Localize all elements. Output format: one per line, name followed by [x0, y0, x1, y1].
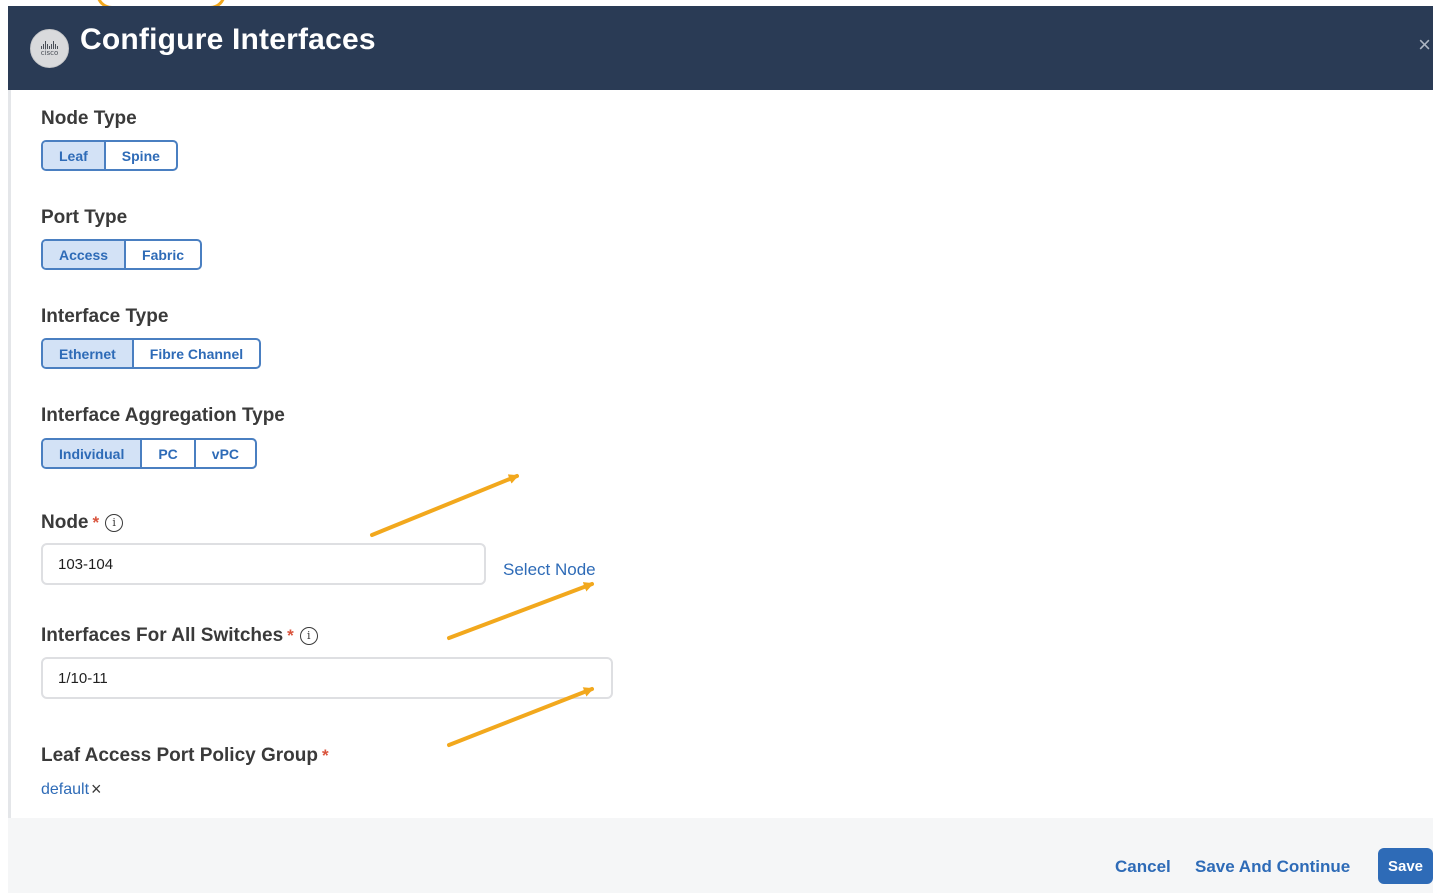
port-type-segmented: Access Fabric — [41, 239, 203, 270]
cancel-button[interactable]: Cancel — [1115, 857, 1171, 877]
port-type-fabric-button[interactable]: Fabric — [124, 241, 200, 268]
info-icon[interactable]: i — [105, 514, 124, 532]
left-rail — [8, 90, 11, 820]
interface-type-label: Interface Type — [41, 306, 169, 327]
cisco-logo-icon: cisco — [30, 29, 69, 68]
interfaces-input[interactable]: 1/10-11 — [41, 657, 613, 699]
aggregation-type-segmented: Individual PC vPC — [41, 438, 258, 469]
info-icon[interactable]: i — [299, 627, 318, 645]
node-type-label: Node Type — [41, 108, 137, 129]
policy-group-chip: default × — [41, 779, 102, 800]
node-type-spine-button[interactable]: Spine — [103, 142, 176, 169]
interfaces-label-text: Interfaces For All Switches — [41, 625, 284, 646]
port-type-access-button[interactable]: Access — [43, 241, 125, 268]
configure-interfaces-page: cisco Configure Interfaces × Node Type L… — [0, 0, 1433, 893]
save-button[interactable]: Save — [1378, 848, 1433, 884]
policy-group-value-link[interactable]: default — [41, 781, 89, 799]
annotation-arrow-interfaces — [447, 582, 594, 640]
required-mark: * — [322, 746, 329, 765]
interface-type-ethernet-button[interactable]: Ethernet — [43, 340, 132, 367]
annotation-arrow-node — [370, 474, 519, 537]
port-type-label: Port Type — [41, 207, 128, 228]
node-label-text: Node — [41, 512, 89, 533]
logo-bars — [41, 40, 58, 49]
node-type-leaf-button[interactable]: Leaf — [43, 142, 104, 169]
select-node-link[interactable]: Select Node — [503, 560, 596, 580]
logo-text: cisco — [40, 48, 59, 57]
interface-type-segmented: Ethernet Fibre Channel — [41, 338, 262, 369]
interface-type-fibre-channel-button[interactable]: Fibre Channel — [131, 340, 259, 367]
policy-group-label: Leaf Access Port Policy Group * — [41, 745, 329, 767]
remove-icon[interactable]: × — [91, 779, 102, 800]
aggregation-vpc-button[interactable]: vPC — [193, 440, 255, 467]
node-type-segmented: Leaf Spine — [41, 140, 178, 171]
required-mark: * — [287, 626, 294, 645]
close-icon[interactable]: × — [1418, 33, 1431, 57]
node-input[interactable]: 103-104 — [41, 543, 486, 585]
dialog-footer — [8, 818, 1433, 893]
interfaces-field-label: Interfaces For All Switches * i — [41, 625, 318, 647]
node-field-label: Node * i — [41, 512, 124, 534]
page-title: Configure Interfaces — [80, 23, 376, 56]
policy-group-label-text: Leaf Access Port Policy Group — [41, 745, 318, 766]
aggregation-individual-button[interactable]: Individual — [43, 440, 141, 467]
required-mark: * — [92, 513, 100, 532]
aggregation-pc-button[interactable]: PC — [140, 440, 193, 467]
dialog-header: cisco Configure Interfaces × — [8, 6, 1433, 90]
save-and-continue-button[interactable]: Save And Continue — [1195, 857, 1350, 877]
aggregation-type-label: Interface Aggregation Type — [41, 405, 285, 426]
